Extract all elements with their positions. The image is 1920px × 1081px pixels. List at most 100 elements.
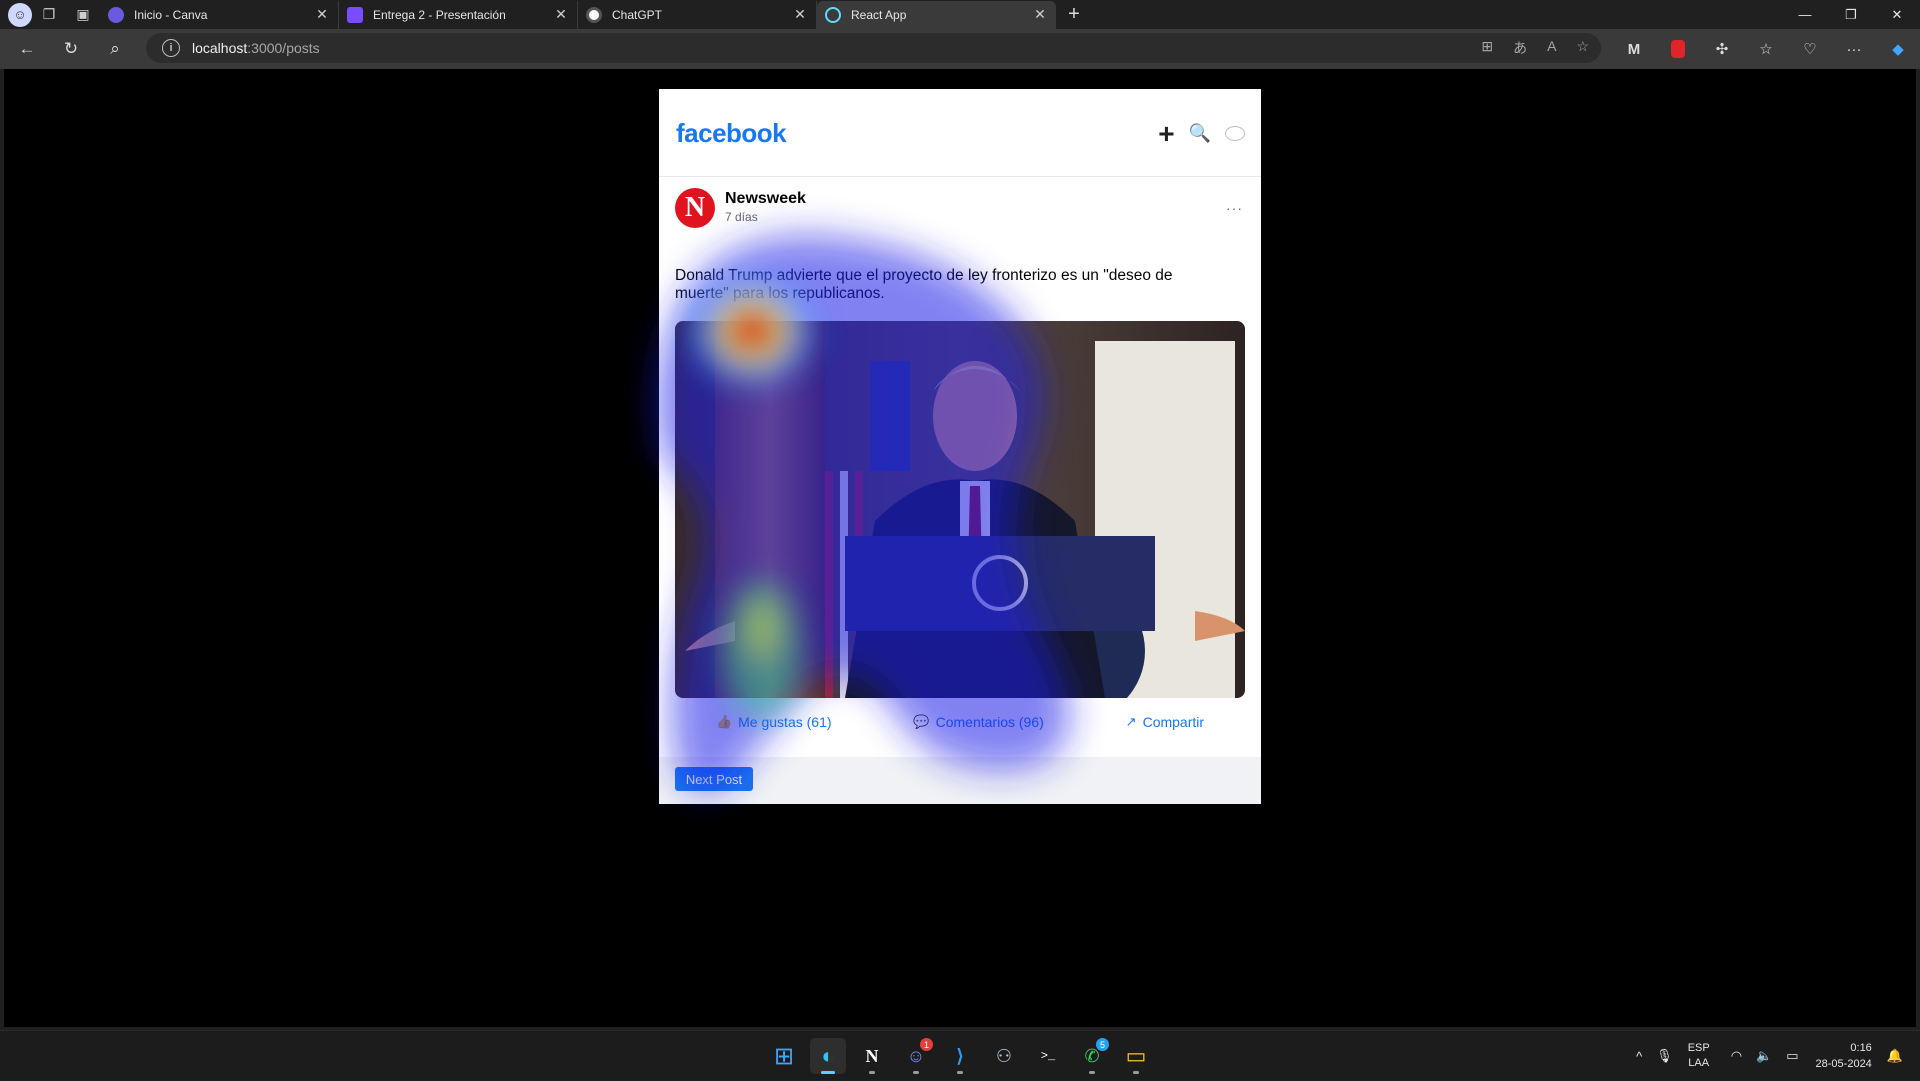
plus-icon[interactable]: + — [1158, 119, 1174, 147]
tab-title: ChatGPT — [612, 7, 663, 22]
close-tab-icon[interactable]: ✕ — [314, 6, 330, 23]
favorites-icon[interactable]: ☆ — [1744, 34, 1788, 64]
terminal-glyph: >_ — [1040, 1049, 1056, 1063]
tab-entrega[interactable]: Entrega 2 - Presentación ✕ — [339, 0, 578, 29]
chatgpt-favicon-icon — [586, 6, 602, 23]
facebook-logo[interactable]: facebook — [676, 118, 787, 149]
comment-button[interactable]: 💬 Comentarios (96) — [913, 711, 1043, 733]
url-path: :3000/posts — [247, 40, 320, 56]
running-indicator — [1089, 1071, 1095, 1074]
react-favicon-icon — [825, 6, 841, 23]
refresh-button[interactable]: ↻ — [49, 33, 93, 65]
close-tab-icon[interactable]: ✕ — [1032, 6, 1048, 23]
vscode-icon[interactable]: ⟩ — [942, 1038, 978, 1074]
tab-chatgpt[interactable]: ChatGPT ✕ — [578, 0, 817, 29]
vscode-glyph: ⟩ — [956, 1045, 964, 1066]
extension-red-icon[interactable] — [1656, 34, 1700, 64]
avatar[interactable]: N — [675, 188, 715, 228]
post-footer: Next Post — [659, 757, 1261, 804]
tab-actions-icon[interactable]: ▣ — [66, 1, 100, 29]
back-button[interactable]: ← — [5, 33, 49, 65]
canva-presentation-favicon-icon — [347, 6, 363, 23]
like-label: Me gustas (61) — [738, 714, 832, 730]
extension-m-icon[interactable]: M — [1612, 34, 1656, 64]
search-icon[interactable]: 🔍 — [1189, 123, 1211, 144]
tab-title: Inicio - Canva — [134, 7, 208, 22]
url-host: localhost — [192, 40, 248, 56]
chat-icon[interactable] — [1225, 126, 1245, 141]
notifications-icon[interactable]: 🔔 — [1887, 1048, 1903, 1064]
more-options-icon[interactable]: ··· — [1226, 200, 1243, 216]
chevron-up-icon[interactable]: ^ — [1636, 1049, 1642, 1064]
active-indicator — [821, 1071, 835, 1074]
search-icon[interactable]: ⌕ — [93, 33, 137, 65]
wifi-icon[interactable]: ◠ — [1731, 1048, 1742, 1064]
microphone-icon[interactable]: 🎙 — [1656, 1048, 1673, 1064]
github-desktop-icon[interactable]: ⚇ — [986, 1038, 1022, 1074]
like-button[interactable]: 👍 Me gustas (61) — [716, 711, 832, 733]
windows-start-icon[interactable]: ⊞ — [766, 1038, 802, 1074]
read-aloud-icon[interactable]: A — [1547, 38, 1556, 58]
share-button[interactable]: ↗ Compartir — [1126, 711, 1204, 733]
clock[interactable]: 0:16 28-05-2024 — [1816, 1040, 1872, 1072]
address-bar[interactable]: i localhost:3000/posts ⊞ あ A ☆ — [146, 33, 1601, 63]
running-indicator — [1133, 1071, 1139, 1074]
taskbar-apps: ⊞ ◐ N ☺ 1 ⟩ ⚇ >_ ✆ 5 ▭ — [766, 1038, 1154, 1074]
copilot-icon[interactable]: ◆ — [1876, 34, 1920, 64]
post-time: 7 días — [725, 210, 758, 224]
notification-badge: 5 — [1096, 1038, 1109, 1051]
tab-react-app[interactable]: React App ✕ — [817, 0, 1056, 29]
lang-top: ESP — [1687, 1042, 1710, 1054]
close-tab-icon[interactable]: ✕ — [792, 6, 808, 23]
tab-title: Entrega 2 - Presentación — [373, 7, 506, 22]
header-icons: + 🔍 — [1158, 119, 1245, 147]
new-tab-button[interactable]: + — [1060, 1, 1088, 29]
close-window-button[interactable]: ✕ — [1874, 0, 1920, 29]
app-available-icon[interactable]: ⊞ — [1481, 38, 1493, 58]
notion-glyph: N — [865, 1045, 879, 1066]
browser-essentials-icon[interactable]: ♡ — [1788, 34, 1832, 64]
comment-icon: 💬 — [913, 714, 930, 729]
post-author[interactable]: Newsweek — [725, 190, 806, 208]
clock-time: 0:16 — [1850, 1042, 1872, 1054]
system-tray: ^ 🎙 ESP LAA ◠ 🔈 ▭ 0:16 28-05-2024 🔔 — [1629, 1031, 1910, 1081]
settings-more-icon[interactable]: ··· — [1832, 34, 1876, 64]
terminal-icon[interactable]: >_ — [1030, 1038, 1066, 1074]
translate-icon[interactable]: あ — [1513, 38, 1527, 58]
volume-icon[interactable]: 🔈 — [1756, 1048, 1772, 1064]
edge-icon[interactable]: ◐ — [810, 1038, 846, 1074]
discord-icon[interactable]: ☺ 1 — [898, 1038, 934, 1074]
app-header: facebook + 🔍 — [659, 89, 1261, 177]
extensions-bar: M ✣ ☆ ♡ ··· ◆ — [1612, 34, 1920, 64]
windows-taskbar: ⊞ ◐ N ☺ 1 ⟩ ⚇ >_ ✆ 5 ▭ ^ 🎙 ESP LAA ◠ 🔈 ▭… — [0, 1030, 1920, 1080]
language-indicator[interactable]: ESP LAA — [1688, 1041, 1710, 1071]
start-glyph: ⊞ — [773, 1042, 795, 1070]
close-tab-icon[interactable]: ✕ — [553, 6, 569, 23]
window-controls: — ❐ ✕ — [1782, 0, 1920, 29]
running-indicator — [869, 1071, 875, 1074]
running-indicator — [913, 1071, 919, 1074]
page-viewport: facebook + 🔍 N Newsweek 7 días ··· Donal… — [4, 69, 1916, 1027]
post-actions: 👍 Me gustas (61) 💬 Comentarios (96) ↗ Co… — [675, 711, 1245, 733]
file-explorer-icon[interactable]: ▭ — [1118, 1038, 1154, 1074]
post-card: facebook + 🔍 N Newsweek 7 días ··· Donal… — [659, 89, 1261, 804]
share-label: Compartir — [1142, 714, 1205, 730]
comment-label: Comentarios (96) — [935, 714, 1044, 730]
workspaces-icon[interactable]: ❐ — [32, 1, 66, 29]
share-icon: ↗ — [1125, 714, 1137, 729]
site-info-icon[interactable]: i — [162, 39, 180, 57]
extensions-puzzle-icon[interactable]: ✣ — [1700, 34, 1744, 64]
tab-canva[interactable]: Inicio - Canva ✕ — [100, 0, 339, 29]
notion-icon[interactable]: N — [854, 1038, 890, 1074]
running-indicator — [957, 1071, 963, 1074]
thumbs-up-icon: 👍 — [715, 714, 733, 729]
battery-icon[interactable]: ▭ — [1786, 1048, 1798, 1064]
minimize-button[interactable]: — — [1782, 0, 1828, 29]
post-text: Donald Trump advierte que el proyecto de… — [675, 267, 1173, 302]
profile-avatar[interactable]: ☺ — [8, 2, 32, 27]
post-image[interactable] — [675, 321, 1245, 698]
next-post-button[interactable]: Next Post — [675, 767, 753, 791]
whatsapp-icon[interactable]: ✆ 5 — [1074, 1038, 1110, 1074]
restore-button[interactable]: ❐ — [1828, 0, 1874, 29]
favorite-star-icon[interactable]: ☆ — [1576, 38, 1589, 58]
